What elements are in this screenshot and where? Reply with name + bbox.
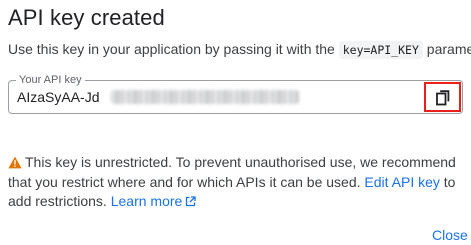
unrestricted-warning: This key is unrestricted. To prevent una… bbox=[8, 153, 466, 212]
description-text-before: Use this key in your application by pass… bbox=[8, 41, 339, 57]
dialog-title: API key created bbox=[8, 5, 165, 30]
api-key-param-code: key=API_KEY bbox=[338, 41, 423, 59]
api-key-redacted-portion bbox=[111, 90, 299, 104]
api-key-value[interactable]: AIzaSyAA-Jd bbox=[17, 88, 99, 106]
close-button[interactable]: Close bbox=[432, 227, 468, 244]
api-key-field[interactable]: Your API key AIzaSyAA-Jd bbox=[8, 73, 463, 114]
edit-api-key-link[interactable]: Edit API key bbox=[364, 174, 439, 190]
copy-icon bbox=[436, 90, 450, 106]
dialog-description: Use this key in your application by pass… bbox=[8, 39, 471, 60]
learn-more-link[interactable]: Learn more bbox=[111, 193, 197, 209]
learn-more-label: Learn more bbox=[110, 193, 183, 209]
api-key-field-label: Your API key bbox=[16, 73, 85, 87]
external-link-icon bbox=[186, 196, 196, 207]
description-text-after: parameter. bbox=[426, 41, 471, 57]
copy-api-key-button[interactable] bbox=[424, 82, 461, 112]
warning-icon bbox=[8, 156, 22, 169]
